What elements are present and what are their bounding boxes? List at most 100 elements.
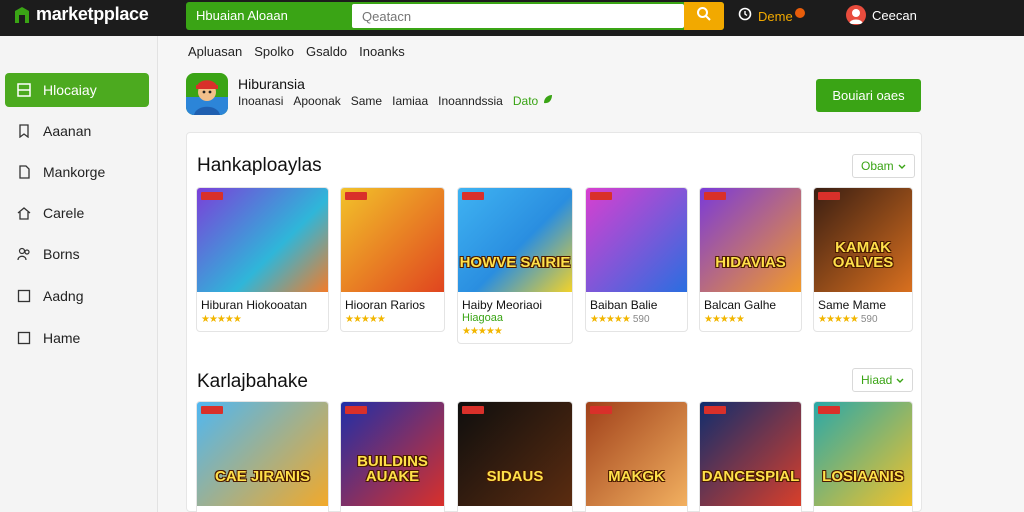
section-title: Karlajbahake <box>197 371 308 392</box>
game-card[interactable]: HIDAVIAS Balcan Galhe ★★★★★ <box>699 187 802 332</box>
game-thumbnail <box>586 188 687 292</box>
sidebar-item-6[interactable]: Hame <box>5 321 149 355</box>
game-name: Sanyanete <box>814 506 912 512</box>
game-card[interactable]: CAE JIRANIS Kanhatca Loaham <box>196 401 329 512</box>
top-bar: marketpplace Hbuaian Aloaan Deme Ceecan <box>0 0 1024 36</box>
thumbnail-title: LOSIAANIS <box>822 468 904 485</box>
home-icon <box>17 206 31 220</box>
game-card[interactable]: MAKGK Karlan Mlara <box>585 401 688 512</box>
thumbnail-tag <box>704 406 726 414</box>
game-name: Baiban Balie <box>590 298 658 312</box>
game-name: Kanhatca Loaham <box>197 506 328 512</box>
game-card[interactable]: HOWVE SAIRIE Haiby Meoriaoi Hiagoaa ★★★★★ <box>457 187 573 344</box>
sidebar-item-0[interactable]: Hlocaiay <box>5 73 149 107</box>
section-filter-label: Hiaad <box>861 373 893 387</box>
primary-action-button[interactable]: Bouiari oaes <box>816 79 921 112</box>
content-panel: Hankaploaylas Obam Hiburan Hiokooatan ★★★… <box>186 132 922 512</box>
breadcrumb-item[interactable]: Apluasan <box>188 44 242 59</box>
app-title: Hiburansia <box>238 76 305 92</box>
search-icon <box>696 6 712 27</box>
meta-item: Same <box>350 94 383 108</box>
thumbnail-tag <box>201 192 223 200</box>
game-thumbnail: BUILDINS AUAKE <box>341 402 444 506</box>
status-badge: Dato <box>513 94 553 108</box>
game-card[interactable]: KAMAK OALVES Same Mame ★★★★★ 590 <box>813 187 913 332</box>
demo-label: Deme <box>758 9 793 24</box>
section-filter-label: Obam <box>861 159 894 173</box>
game-thumbnail: DANCESPIAL <box>700 402 801 506</box>
search-button[interactable] <box>684 2 724 30</box>
game-card[interactable]: Hiooran Rarios ★★★★★ <box>340 187 445 332</box>
star-rating: ★★★★★ <box>590 314 631 325</box>
meta-item: Apoonak <box>293 94 341 108</box>
game-thumbnail: HIDAVIAS <box>700 188 801 292</box>
thumbnail-tag <box>462 406 484 414</box>
sidebar-item-1[interactable]: Aaanan <box>5 114 149 148</box>
breadcrumb-item[interactable]: Inoanks <box>359 44 405 59</box>
breadcrumb: Apluasan Spolko Gsaldo Inoanks <box>188 44 405 59</box>
game-rating: ★★★★★ <box>197 312 328 331</box>
status-label: Dato <box>512 94 539 108</box>
game-card[interactable]: DANCESPIAL Comen <box>699 401 802 512</box>
clock-icon <box>738 7 752 26</box>
sidebar-item-2[interactable]: Mankorge <box>5 155 149 189</box>
game-card[interactable]: SIDAUS Nhanakon <box>457 401 573 512</box>
sidebar: Hlocaiay Aaanan Mankorge Carele Borns Aa… <box>0 36 158 512</box>
game-card[interactable]: BUILDINS AUAKE Narkan <box>340 401 445 512</box>
game-card[interactable]: Baiban Balie ★★★★★ 590 <box>585 187 688 332</box>
game-rating: ★★★★★ <box>341 312 444 331</box>
game-thumbnail <box>341 188 444 292</box>
meta-item: Inoanasi <box>238 94 284 108</box>
sidebar-item-label: Aadng <box>43 288 84 304</box>
thumbnail-title: CAE JIRANIS <box>214 468 311 485</box>
account-label: Ceecan <box>872 7 917 23</box>
sidebar-item-4[interactable]: Borns <box>5 237 149 271</box>
game-rating: ★★★★★ 590 <box>814 312 912 331</box>
thumbnail-title: KAMAK OALVES <box>832 239 894 271</box>
sidebar-item-5[interactable]: Aadng <box>5 279 149 313</box>
sidebar-item-label: Hame <box>43 330 81 346</box>
thumbnail-title: MAKGK <box>608 468 665 485</box>
game-card[interactable]: Hiburan Hiokooatan ★★★★★ <box>196 187 329 332</box>
game-thumbnail: SIDAUS <box>458 402 572 506</box>
game-rating: ★★★★★ 590 <box>586 312 687 331</box>
account-menu[interactable]: Ceecan <box>846 5 917 25</box>
square-icon <box>17 289 31 303</box>
game-name: Hiburan Hiokooatan <box>201 298 308 312</box>
thumbnail-tag <box>462 192 484 200</box>
game-rating: ★★★★★ <box>700 312 801 331</box>
thumbnail-tag <box>590 192 612 200</box>
game-card[interactable]: LOSIAANIS Sanyanete <box>813 401 913 512</box>
breadcrumb-item[interactable]: Gsaldo <box>306 44 347 59</box>
game-name: Balcan Galhe <box>704 298 777 312</box>
category-label: Hbuaian Aloaan <box>196 8 288 23</box>
meta-item: Iamiaa <box>392 94 429 108</box>
app-icon <box>186 73 228 115</box>
star-rating: ★★★★★ <box>201 314 242 325</box>
breadcrumb-item[interactable]: Spolko <box>254 44 294 59</box>
app-meta: Inoanasi Apoonak Same Iamiaa Inoanndssia… <box>238 94 553 108</box>
section-filter-button[interactable]: Obam <box>852 154 915 178</box>
section-filter-button[interactable]: Hiaad <box>852 368 914 392</box>
thumbnail-tag <box>345 192 367 200</box>
star-rating: ★★★★★ <box>704 314 745 325</box>
search-input[interactable] <box>352 4 684 28</box>
sidebar-item-label: Aaanan <box>43 123 92 139</box>
sidebar-item-3[interactable]: Carele <box>5 196 149 230</box>
demo-menu[interactable]: Deme <box>738 7 805 26</box>
game-name: Karlan Mlara <box>586 506 687 512</box>
leaf-icon <box>542 94 553 108</box>
game-thumbnail: KAMAK OALVES <box>814 188 912 292</box>
sidebar-item-label: Carele <box>43 205 85 221</box>
game-name: Nhanakon <box>458 506 572 512</box>
list-icon <box>17 83 31 97</box>
chevron-down-icon <box>898 159 906 173</box>
logo[interactable]: marketpplace <box>12 4 149 25</box>
sidebar-item-label: Borns <box>43 246 80 262</box>
thumbnail-tag <box>818 406 840 414</box>
star-rating: ★★★★★ <box>818 314 859 325</box>
star-rating: ★★★★★ <box>345 314 386 325</box>
sidebar-item-label: Mankorge <box>43 164 106 180</box>
game-thumbnail <box>197 188 328 292</box>
thumbnail-tag <box>704 192 726 200</box>
